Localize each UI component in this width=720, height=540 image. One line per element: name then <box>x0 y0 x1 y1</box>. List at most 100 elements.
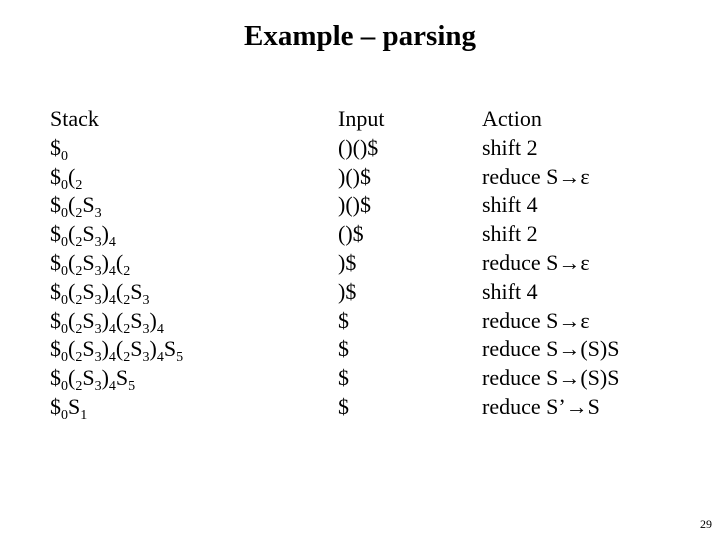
stack-symbol: $ <box>50 393 61 419</box>
stack-state: 2 <box>75 177 83 193</box>
stack-symbol: ) <box>101 336 109 362</box>
input-cell: )$ <box>338 278 357 304</box>
input-cell: )()$ <box>338 192 371 218</box>
stack-state: 1 <box>80 407 88 423</box>
stack-symbol: S <box>115 365 129 391</box>
stack-state: 0 <box>61 350 68 366</box>
stack-state: 0 <box>61 263 68 279</box>
stack-symbol: S <box>130 278 143 304</box>
input-cell: ()$ <box>338 221 364 247</box>
stack-symbol: S <box>82 278 95 304</box>
stack-cell: $0S1 <box>50 393 183 423</box>
stack-cell: $0(2S3 <box>50 191 183 222</box>
slide-title: Example – parsing <box>243 20 477 52</box>
stack-symbol: $ <box>50 365 61 391</box>
action-header: Action <box>482 106 542 131</box>
stack-state: 4 <box>108 321 116 337</box>
stack-cell: $0(2S3)4 <box>50 220 183 251</box>
stack-symbol: $ <box>50 336 61 362</box>
stack-state: 5 <box>128 379 136 395</box>
stack-symbol: S <box>82 192 95 218</box>
stack-symbol: $ <box>50 192 61 218</box>
stack-state: 3 <box>94 379 102 395</box>
stack-header: Stack <box>50 106 99 131</box>
stack-symbol: ) <box>101 278 109 304</box>
action-cell: reduce S’→S <box>482 393 600 419</box>
stack-state: 4 <box>156 321 164 337</box>
stack-symbol: $ <box>50 221 61 247</box>
stack-state: 0 <box>61 292 68 308</box>
stack-state: 0 <box>61 235 68 251</box>
stack-symbol: S <box>82 249 95 275</box>
action-cell: shift 2 <box>482 134 538 160</box>
stack-symbol: S <box>82 365 95 391</box>
input-cell: $ <box>338 365 349 391</box>
stack-state: 4 <box>108 235 116 251</box>
stack-symbol: ) <box>101 307 109 333</box>
stack-cell: $0(2S3)4S5 <box>50 364 183 395</box>
stack-column: Stack $0 $0(2 $0(2S3 $0(2S3)4 $0(2S3)4(2 $0(2… <box>50 105 183 422</box>
stack-symbol: $ <box>50 249 61 275</box>
stack-state: 3 <box>94 350 102 366</box>
stack-state: 3 <box>94 292 102 308</box>
action-cell: reduce S→(S)S <box>482 365 620 391</box>
stack-cell: $0(2S3)4(2S3)4 <box>50 307 183 337</box>
stack-cell: $0 <box>50 134 183 164</box>
action-cell: reduce S→ε <box>482 163 590 189</box>
stack-state: 2 <box>123 263 131 279</box>
stack-state: 0 <box>61 148 68 164</box>
stack-state: 3 <box>94 235 102 251</box>
page-number: 29 <box>700 517 712 531</box>
input-cell: $ <box>338 307 349 333</box>
stack-symbol: $ <box>50 134 61 160</box>
stack-state: 4 <box>108 263 116 279</box>
action-cell: shift 2 <box>482 221 538 247</box>
stack-symbol: S <box>68 393 81 419</box>
stack-symbol: S <box>82 336 95 362</box>
input-cell: )$ <box>338 249 357 275</box>
stack-cell: $0(2 <box>50 163 183 193</box>
stack-state: 3 <box>94 321 102 337</box>
action-cell: reduce S→(S)S <box>482 336 620 362</box>
stack-state: 3 <box>94 206 102 222</box>
action-cell: shift 4 <box>482 278 538 304</box>
stack-state: 0 <box>61 379 68 395</box>
stack-state: 4 <box>108 379 116 395</box>
input-column: Input ()()$)()$)()$ ()$)$)$ $ $ $ $ <box>338 105 384 422</box>
stack-symbol: ) <box>149 336 157 362</box>
stack-state: 0 <box>61 206 68 222</box>
input-cell: $ <box>338 393 349 419</box>
stack-state: 3 <box>94 263 102 279</box>
stack-state: 4 <box>156 350 164 366</box>
input-cell: $ <box>338 336 349 362</box>
stack-state: 0 <box>61 321 68 337</box>
stack-symbol: S <box>82 221 95 247</box>
action-cell: shift 4 <box>482 192 538 218</box>
input-header: Input <box>338 106 385 131</box>
stack-state: 0 <box>61 177 68 193</box>
stack-symbol: $ <box>50 307 61 333</box>
input-cell: ()()$ <box>338 134 379 160</box>
stack-symbol: S <box>130 336 143 362</box>
stack-symbol: ) <box>149 307 157 333</box>
stack-symbol: S <box>130 307 143 333</box>
stack-state: 0 <box>61 407 68 423</box>
action-cell: reduce S→ε <box>482 307 590 333</box>
stack-symbol: ) <box>101 365 109 391</box>
stack-symbol: $ <box>50 278 61 304</box>
stack-symbol: S <box>163 336 177 362</box>
action-column: Action shift 2 reduce S→ε shift 4 shift 2 re… <box>482 105 619 422</box>
stack-state: 3 <box>142 292 150 308</box>
stack-state: 4 <box>108 350 116 366</box>
stack-symbol: $ <box>50 163 61 189</box>
stack-cell: $0(2S3)4(2S3)4S5 <box>50 335 184 366</box>
stack-state: 5 <box>176 350 184 366</box>
stack-symbol: ) <box>101 249 109 275</box>
stack-state: 4 <box>108 292 116 308</box>
input-cell: )()$ <box>338 163 371 189</box>
stack-symbol: ) <box>101 221 109 247</box>
stack-cell: $0(2S3)4(2 <box>50 249 183 279</box>
action-cell: reduce S→ε <box>482 249 590 275</box>
stack-symbol: S <box>82 307 95 333</box>
stack-cell: $0(2S3)4(2S3 <box>50 278 183 308</box>
